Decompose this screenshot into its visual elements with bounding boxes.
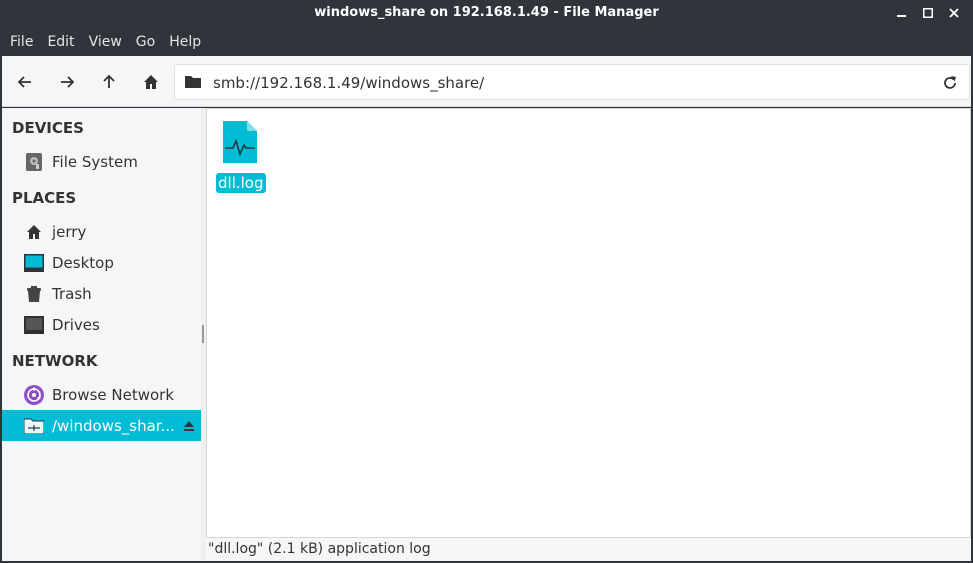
menu-file[interactable]: File [4, 34, 39, 50]
network-heading: NETWORK [12, 352, 98, 370]
home-button[interactable] [137, 68, 165, 96]
network-icon [24, 384, 44, 405]
sidebar-item-file-system[interactable]: File System [2, 146, 201, 177]
log-file-icon [216, 121, 264, 167]
location-path[interactable]: smb://192.168.1.49/windows_share/ [213, 74, 484, 92]
file-view: dll.log [206, 108, 971, 538]
sidebar-item-label: jerry [52, 222, 87, 241]
drive-icon [24, 315, 44, 335]
desktop-icon [24, 253, 44, 273]
maximize-button[interactable] [919, 4, 937, 22]
arrow-up-icon [103, 74, 115, 88]
window-controls [893, 4, 963, 22]
menu-help[interactable]: Help [163, 34, 207, 50]
sidebar-item-desktop[interactable]: Desktop [2, 247, 201, 278]
reload-icon [944, 76, 956, 89]
harddisk-icon [24, 152, 44, 172]
title-bar: windows_share on 192.168.1.49 - File Man… [0, 0, 973, 28]
menu-edit[interactable]: Edit [41, 34, 80, 50]
splitter-grip[interactable] [202, 325, 204, 343]
menu-go[interactable]: Go [130, 34, 161, 50]
file-item-dll-log[interactable]: dll.log [216, 121, 266, 193]
sidebar-item-label: Browse Network [52, 385, 175, 404]
sidebar: DEVICES File System PLACES jerry Desktop [2, 108, 201, 561]
reload-button[interactable] [939, 72, 961, 94]
sidebar-item-drives[interactable]: Drives [2, 309, 201, 340]
sidebar-item-browse-network[interactable]: Browse Network [2, 379, 201, 410]
minimize-button[interactable] [893, 4, 911, 22]
sidebar-item-jerry[interactable]: jerry [2, 216, 201, 247]
sidebar-item-label: /windows_shar... [52, 416, 175, 435]
eject-button[interactable] [183, 418, 195, 436]
minimize-icon [897, 15, 906, 17]
location-bar[interactable]: smb://192.168.1.49/windows_share/ [174, 64, 970, 100]
sidebar-item-trash[interactable]: Trash [2, 278, 201, 309]
up-button[interactable] [95, 68, 123, 96]
sidebar-item-label: Desktop [52, 253, 114, 272]
menu-bar: File Edit View Go Help [0, 28, 973, 56]
status-text: "dll.log" (2.1 kB) application log [208, 541, 431, 557]
menu-view[interactable]: View [83, 34, 128, 50]
status-bar: "dll.log" (2.1 kB) application log [206, 538, 971, 561]
home-icon [24, 222, 44, 242]
arrow-left-icon [17, 76, 31, 88]
sidebar-item-windows-share[interactable]: /windows_shar... [2, 410, 201, 441]
home-icon [144, 75, 158, 89]
back-button[interactable] [11, 68, 39, 96]
close-icon [949, 8, 959, 18]
toolbar: smb://192.168.1.49/windows_share/ [2, 56, 971, 107]
maximize-icon [923, 8, 933, 18]
sidebar-item-label: Trash [52, 284, 92, 303]
network-share-icon [24, 416, 44, 436]
forward-button[interactable] [53, 68, 81, 96]
window-title: windows_share on 192.168.1.49 - File Man… [314, 5, 659, 20]
folder-icon [185, 74, 201, 92]
arrow-right-icon [61, 76, 75, 88]
file-manager-window: windows_share on 192.168.1.49 - File Man… [0, 0, 973, 563]
file-name: dll.log [216, 173, 266, 193]
sidebar-item-label: Drives [52, 315, 100, 334]
trash-icon [24, 284, 44, 304]
sidebar-item-label: File System [52, 152, 138, 171]
places-heading: PLACES [12, 189, 77, 207]
close-button[interactable] [945, 4, 963, 22]
devices-heading: DEVICES [12, 119, 84, 137]
eject-icon [184, 421, 194, 431]
